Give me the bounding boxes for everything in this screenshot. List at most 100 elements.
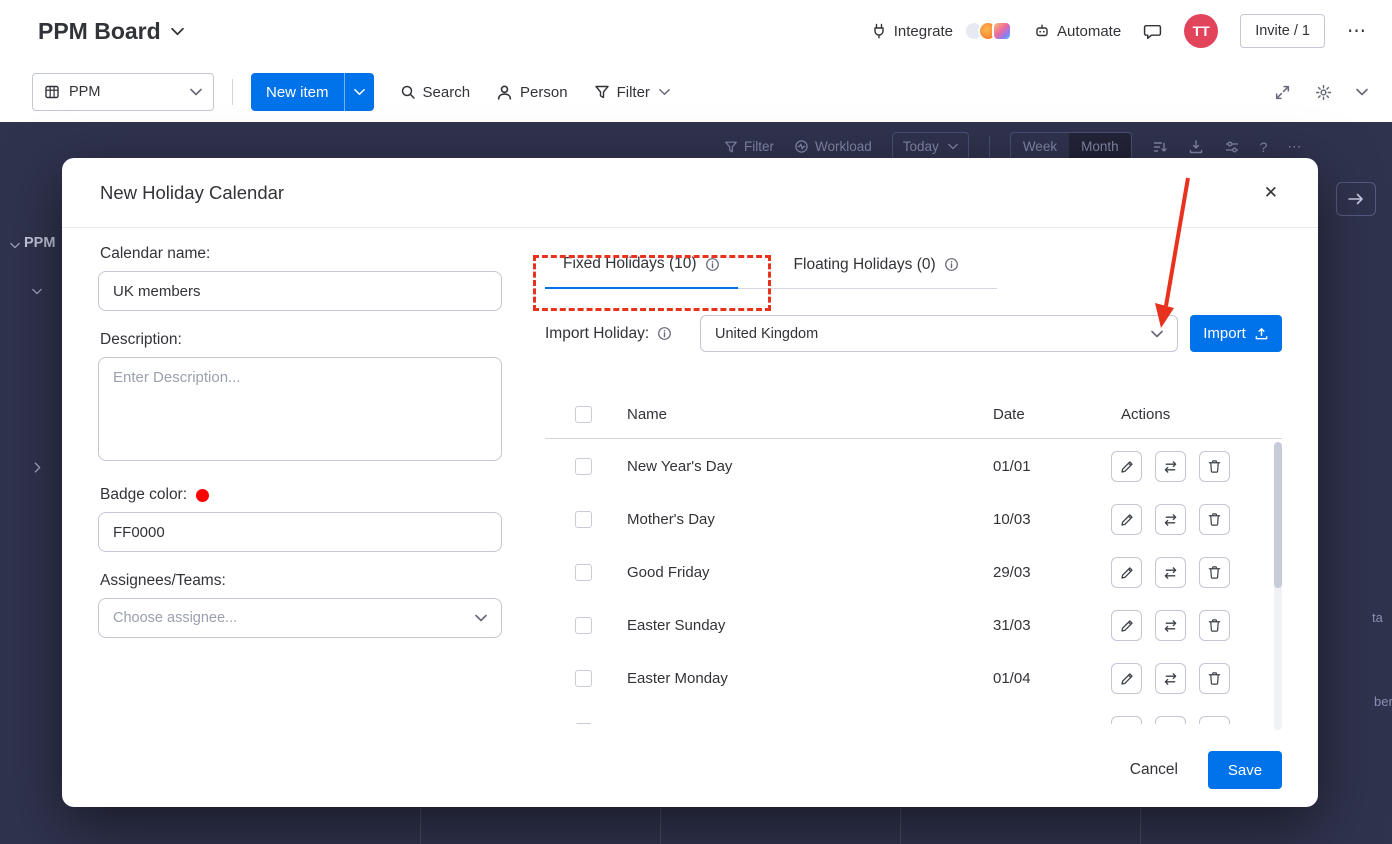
search-button[interactable]: Search: [400, 84, 471, 101]
assignees-select[interactable]: Choose assignee...: [98, 598, 502, 638]
settings-sliders-icon[interactable]: [1224, 139, 1240, 155]
chevron-down-icon: [190, 88, 202, 96]
export-icon[interactable]: [1188, 139, 1204, 155]
swap-button[interactable]: [1155, 716, 1186, 724]
more-options-icon[interactable]: ⋯: [1287, 138, 1301, 155]
scrollbar-thumb[interactable]: [1274, 442, 1282, 588]
automate-icon: [1034, 23, 1050, 39]
edit-button[interactable]: [1111, 451, 1142, 482]
badge-color-swatch[interactable]: [196, 489, 209, 502]
new-item-button[interactable]: New item: [251, 73, 374, 111]
chevron-down-icon[interactable]: [171, 27, 184, 36]
edit-button[interactable]: [1111, 716, 1142, 724]
week-button[interactable]: Week: [1011, 133, 1069, 160]
row-checkbox[interactable]: [575, 458, 592, 475]
timeline-toolbar: Filter Workload Today Week Month ? ⋯: [724, 132, 1301, 161]
chevron-down-icon[interactable]: [1151, 330, 1163, 338]
more-menu-icon[interactable]: ⋯: [1347, 20, 1368, 43]
calendar-name-input[interactable]: [98, 271, 502, 311]
chevron-down-icon: [948, 143, 958, 150]
board-title-group[interactable]: PPM Board: [38, 18, 184, 45]
row-checkbox[interactable]: [575, 723, 592, 724]
swap-button[interactable]: [1155, 451, 1186, 482]
sort-icon[interactable]: [1152, 139, 1168, 155]
expand-row-chevron-icon[interactable]: [34, 462, 41, 473]
view-selector[interactable]: PPM: [32, 73, 214, 111]
description-input[interactable]: [98, 357, 502, 461]
calendar-name-label: Calendar name:: [100, 245, 502, 263]
badge-color-input[interactable]: [98, 512, 502, 552]
delete-button[interactable]: [1199, 663, 1230, 694]
integration-app-icons: [964, 21, 1012, 41]
holidays-table-body[interactable]: New Year's Day 01/01 Mother's Day 1: [545, 440, 1274, 724]
search-icon: [400, 84, 416, 100]
edit-button[interactable]: [1111, 557, 1142, 588]
chat-icon[interactable]: [1143, 22, 1162, 41]
delete-button[interactable]: [1199, 557, 1230, 588]
save-button[interactable]: Save: [1208, 751, 1282, 789]
delete-button[interactable]: [1199, 451, 1230, 482]
bg-filter-button[interactable]: Filter: [724, 139, 774, 154]
row-checkbox[interactable]: [575, 617, 592, 634]
gear-icon[interactable]: [1315, 84, 1332, 101]
column-divider: [1140, 808, 1141, 844]
select-all-checkbox[interactable]: [575, 406, 592, 423]
row-actions: [1111, 557, 1274, 588]
table-row: Easter Sunday 31/03: [545, 599, 1274, 652]
row-checkbox[interactable]: [575, 564, 592, 581]
scroll-right-button[interactable]: [1336, 182, 1376, 216]
close-icon[interactable]: ✕: [1264, 184, 1278, 201]
avatar[interactable]: TT: [1184, 14, 1218, 48]
person-icon: [496, 84, 513, 101]
integrate-button[interactable]: Integrate: [871, 21, 1012, 41]
automate-button[interactable]: Automate: [1034, 23, 1121, 40]
help-icon[interactable]: ?: [1260, 139, 1268, 155]
new-item-chevron-icon[interactable]: [344, 73, 374, 111]
automate-label: Automate: [1057, 23, 1121, 40]
delete-button[interactable]: [1199, 504, 1230, 535]
edit-button[interactable]: [1111, 610, 1142, 641]
info-icon[interactable]: [657, 326, 672, 341]
tab-floating-holidays[interactable]: Floating Holidays (0): [776, 249, 977, 288]
import-label-text: Import Holiday:: [545, 325, 649, 343]
info-icon[interactable]: [944, 257, 959, 272]
group-collapse-chevron-icon[interactable]: [10, 242, 20, 249]
today-button[interactable]: Today: [892, 132, 969, 161]
country-select[interactable]: United Kingdom: [700, 315, 1178, 352]
import-button[interactable]: Import: [1190, 315, 1282, 352]
column-header-date: Date: [993, 406, 1111, 423]
filter-button[interactable]: Filter: [594, 84, 670, 101]
holiday-date: 01/01: [993, 458, 1111, 475]
swap-button[interactable]: [1155, 663, 1186, 694]
month-button[interactable]: Month: [1069, 133, 1131, 160]
funnel-icon: [724, 140, 738, 154]
swap-button[interactable]: [1155, 504, 1186, 535]
person-filter-button[interactable]: Person: [496, 84, 568, 101]
group-title[interactable]: PPM: [24, 235, 57, 251]
row-checkbox[interactable]: [575, 511, 592, 528]
delete-button[interactable]: [1199, 610, 1230, 641]
row-checkbox[interactable]: [575, 670, 592, 687]
calendar-form: Calendar name: Description: Badge color:…: [98, 245, 502, 638]
invite-button[interactable]: Invite / 1: [1240, 14, 1325, 48]
screen: PPM Board Integrate Automate TT Invite /…: [0, 0, 1392, 844]
page-title[interactable]: PPM Board: [38, 18, 161, 45]
new-item-label[interactable]: New item: [251, 73, 344, 111]
collapse-header-chevron-icon[interactable]: [1356, 88, 1368, 96]
swap-button[interactable]: [1155, 610, 1186, 641]
toolbar-right-icons: [1274, 84, 1368, 101]
holiday-name: Mother's Day: [627, 511, 993, 528]
workload-button[interactable]: Workload: [794, 139, 872, 154]
delete-button[interactable]: [1199, 716, 1230, 724]
badge-color-label: Badge color:: [100, 486, 502, 504]
divider: [232, 79, 233, 105]
fullscreen-icon[interactable]: [1274, 84, 1291, 101]
cancel-button[interactable]: Cancel: [1130, 761, 1178, 779]
info-icon[interactable]: [705, 257, 720, 272]
tab-fixed-holidays[interactable]: Fixed Holidays (10): [545, 249, 738, 289]
table-scrollbar[interactable]: [1274, 442, 1282, 730]
edit-button[interactable]: [1111, 663, 1142, 694]
swap-button[interactable]: [1155, 557, 1186, 588]
edit-button[interactable]: [1111, 504, 1142, 535]
subgroup-chevron-icon[interactable]: [32, 288, 42, 295]
